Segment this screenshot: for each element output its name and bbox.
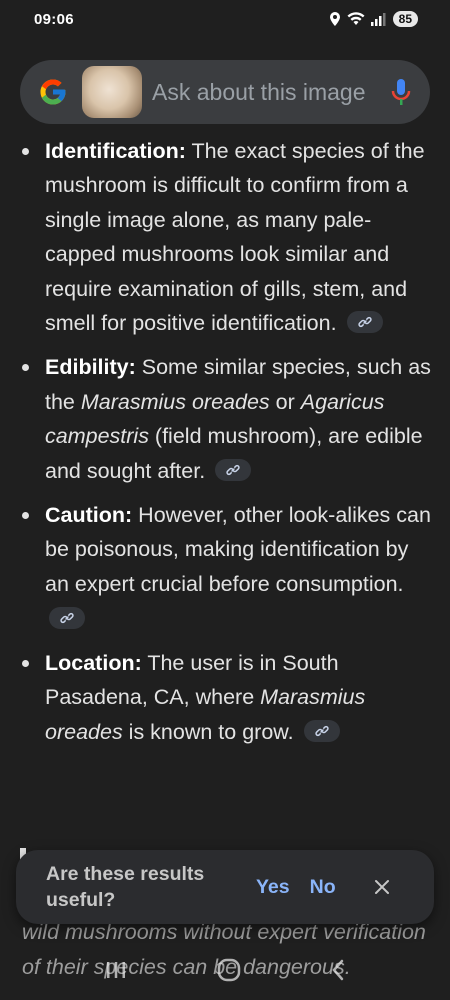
bullet-text: is known to grow.: [122, 719, 294, 744]
bullet-caution: Caution: However, other look-alikes can …: [0, 498, 450, 636]
battery-indicator: 85: [392, 11, 418, 27]
feedback-question: Are these results useful?: [46, 863, 205, 911]
image-thumbnail[interactable]: [82, 66, 142, 118]
navigation-bar: [0, 940, 450, 1000]
microphone-icon[interactable]: [390, 77, 412, 107]
bullet-label: Identification:: [45, 139, 186, 163]
status-bar: 09:06 85: [0, 0, 450, 38]
bullet-edibility: Edibility: Some similar species, such as…: [0, 350, 450, 488]
bullet-label: Edibility:: [45, 355, 136, 380]
link-icon: [60, 612, 74, 623]
source-link-button[interactable]: [49, 606, 85, 629]
bullet-label: Location:: [45, 650, 142, 675]
link-icon: [226, 464, 240, 476]
google-logo-icon: [40, 79, 66, 105]
search-bar[interactable]: Ask about this image: [20, 60, 430, 124]
feedback-no-button[interactable]: No: [310, 876, 336, 899]
link-icon: [314, 725, 329, 736]
feedback-yes-button[interactable]: Yes: [256, 876, 290, 899]
back-icon[interactable]: [331, 959, 345, 981]
wifi-icon: [347, 12, 365, 25]
signal-icon: [370, 13, 386, 26]
species-name: Marasmius oreades: [80, 389, 270, 414]
location-icon: [329, 12, 340, 26]
feedback-card: Are these results useful? Yes No: [16, 850, 434, 924]
status-time: 09:06: [34, 10, 74, 28]
bullet-text: or: [269, 389, 301, 414]
source-link-button[interactable]: [303, 719, 340, 742]
bullet-location: Location: The user is in South Pasadena,…: [0, 646, 450, 749]
source-link-button[interactable]: [215, 458, 252, 481]
bullet-label: Caution:: [45, 503, 133, 528]
bullet-identification: Identification: The exact species of the…: [0, 134, 450, 340]
link-icon: [357, 317, 372, 328]
recent-apps-icon[interactable]: [105, 960, 127, 980]
close-icon[interactable]: [374, 879, 390, 895]
status-icons: 85: [329, 11, 418, 27]
search-input[interactable]: Ask about this image: [152, 79, 382, 106]
home-icon[interactable]: [217, 958, 241, 982]
answer-content: Identification: The exact species of the…: [0, 134, 450, 759]
bullet-text: The exact species of the mushroom is dif…: [45, 139, 425, 336]
source-link-button[interactable]: [346, 311, 383, 334]
